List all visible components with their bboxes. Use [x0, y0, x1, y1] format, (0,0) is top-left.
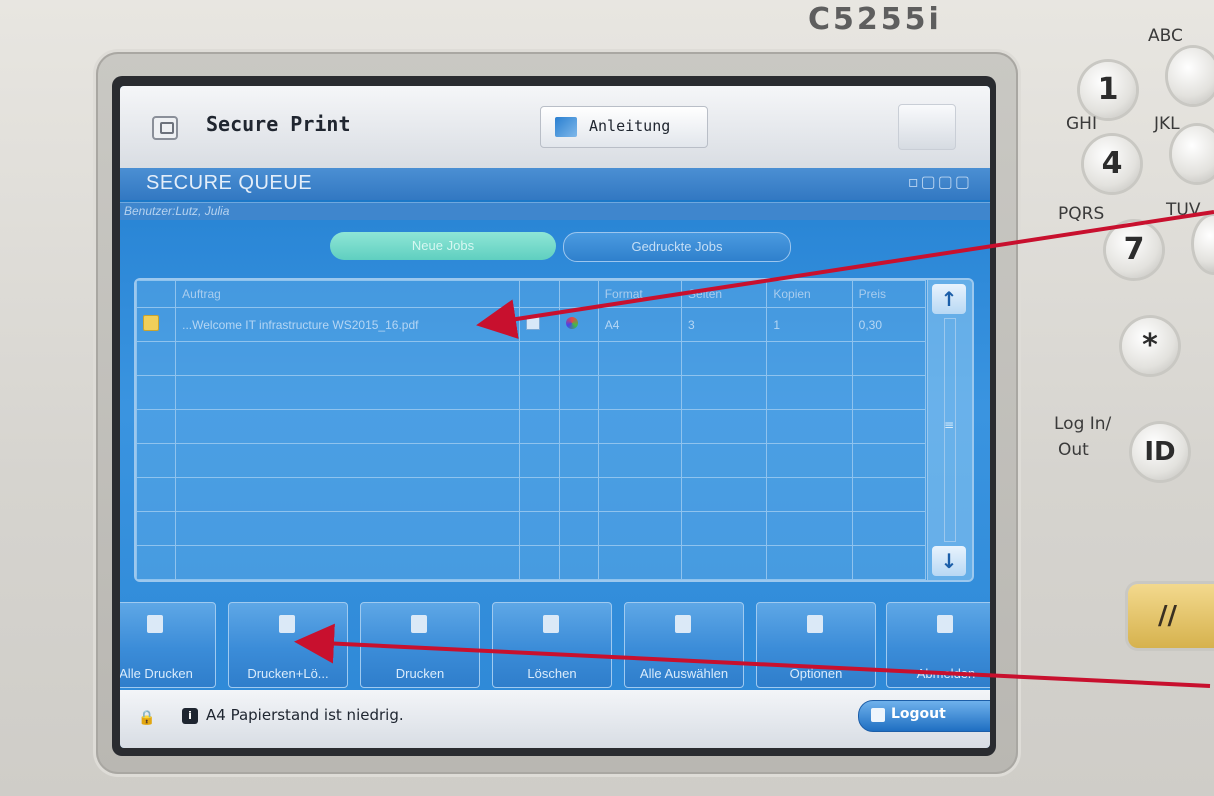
annotation-arrows — [294, 210, 1214, 688]
arrow-to-print-delete — [294, 623, 1211, 688]
arrow-to-job — [476, 210, 1214, 339]
printer-panel: C5255i Secure Print Anleitung SECURE QUE… — [0, 0, 1214, 796]
